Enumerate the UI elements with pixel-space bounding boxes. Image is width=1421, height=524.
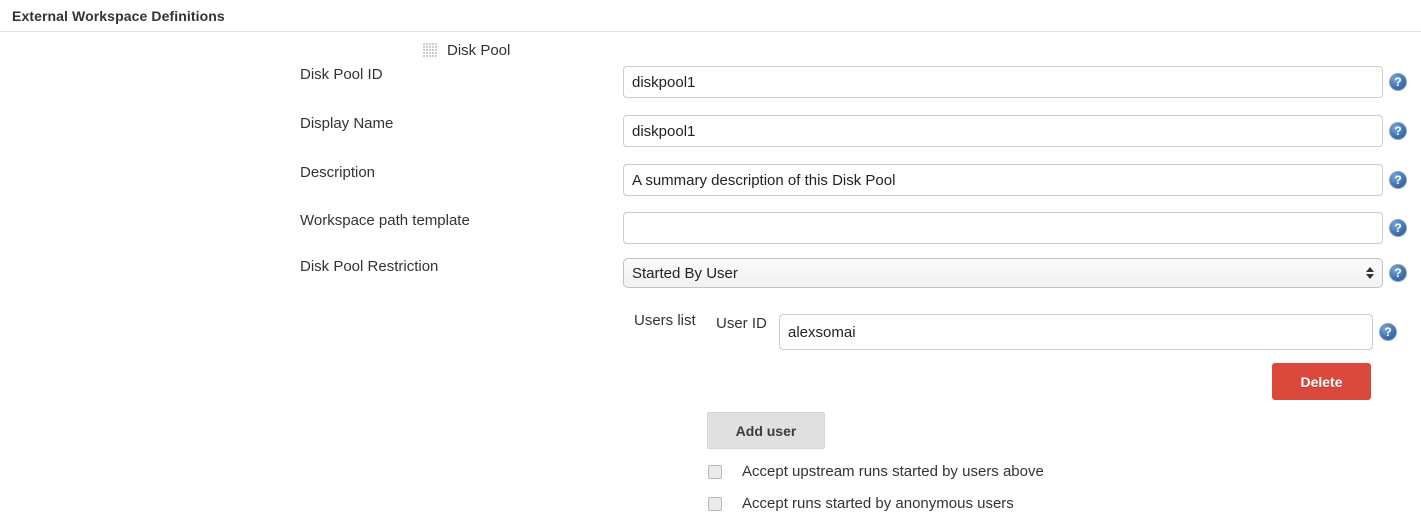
user-id-label: User ID: [716, 315, 767, 332]
checkbox-row-accept-anonymous: Accept runs started by anonymous users: [708, 495, 1014, 512]
help-icon[interactable]: ?: [1389, 264, 1407, 282]
help-icon[interactable]: ?: [1389, 73, 1407, 91]
description-input[interactable]: [623, 164, 1383, 196]
form-row-disk-pool-id: Disk Pool ID ?: [0, 66, 1421, 100]
label-disk-pool-id: Disk Pool ID: [300, 66, 616, 83]
label-description: Description: [300, 164, 616, 181]
label-workspace-path-template: Workspace path template: [300, 212, 616, 229]
drag-grip-icon[interactable]: [423, 43, 438, 58]
disk-pool-block-title: Disk Pool: [447, 42, 510, 59]
display-name-input[interactable]: [623, 115, 1383, 147]
label-disk-pool-restriction: Disk Pool Restriction: [300, 258, 616, 275]
help-icon[interactable]: ?: [1389, 122, 1407, 140]
users-list-label: Users list: [634, 312, 696, 329]
checkbox-row-accept-upstream: Accept upstream runs started by users ab…: [708, 463, 1044, 480]
disk-pool-restriction-select-wrap[interactable]: Started By User: [623, 258, 1383, 288]
form-row-disk-pool-restriction: Disk Pool Restriction Started By User ?: [0, 258, 1421, 292]
label-display-name: Display Name: [300, 115, 616, 132]
workspace-path-template-input[interactable]: [623, 212, 1383, 244]
accept-upstream-runs-label[interactable]: Accept upstream runs started by users ab…: [742, 463, 1044, 480]
disk-pool-restriction-select[interactable]: Started By User: [623, 258, 1383, 288]
accept-anonymous-runs-checkbox[interactable]: [708, 497, 722, 511]
help-icon[interactable]: ?: [1389, 171, 1407, 189]
form-row-display-name: Display Name ?: [0, 115, 1421, 149]
delete-button[interactable]: Delete: [1272, 363, 1371, 400]
add-user-button[interactable]: Add user: [707, 412, 825, 449]
disk-pool-form: Disk Pool Disk Pool ID ? Display Name ? …: [0, 0, 1421, 524]
form-row-description: Description ?: [0, 164, 1421, 198]
help-icon[interactable]: ?: [1379, 323, 1397, 341]
accept-upstream-runs-checkbox[interactable]: [708, 465, 722, 479]
disk-pool-id-input[interactable]: [623, 66, 1383, 98]
help-icon[interactable]: ?: [1389, 219, 1407, 237]
form-row-workspace-path-template: Workspace path template ?: [0, 212, 1421, 246]
accept-anonymous-runs-label[interactable]: Accept runs started by anonymous users: [742, 495, 1014, 512]
user-id-input[interactable]: [779, 314, 1373, 350]
